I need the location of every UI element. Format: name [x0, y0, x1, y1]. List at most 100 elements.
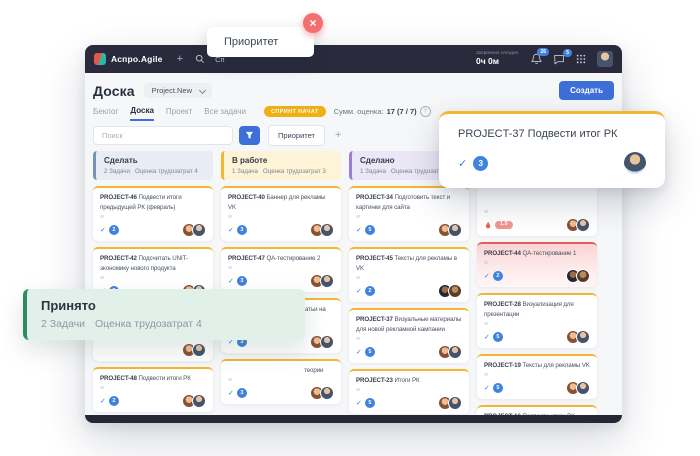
kanban-board: Сделать 2 Задачи Оценка трудозатрат 4 PR… [93, 151, 614, 415]
column-header-todo[interactable]: Сделать 2 Задачи Оценка трудозатрат 4 [93, 151, 213, 180]
filter-button[interactable] [239, 126, 260, 145]
check-icon [100, 226, 106, 234]
task-title: PROJECT-42 Подсчитать UNIT-экономику нов… [100, 254, 206, 274]
task-card[interactable]: PROJECT-34 Подготовить текст и картинки … [349, 186, 469, 241]
tab-project[interactable]: Проект [166, 107, 192, 120]
window-bottom-bar [85, 415, 622, 423]
column-task-count: 1 Задача [360, 168, 386, 175]
tab-board[interactable]: Доска [130, 106, 153, 121]
task-card[interactable]: PROJECT-23 Итоги РК 5 [349, 369, 469, 414]
sprint-summary: Сумм. оценка: 17 (7 / 7) [334, 106, 431, 117]
page-title: Доска [93, 83, 135, 99]
estimate-badge: 2 [365, 286, 375, 296]
assignee-avatars [310, 386, 334, 400]
estimate-badge: 5 [365, 347, 375, 357]
task-card-alert[interactable]: PROJECT-44 QA-тестирование 1 2 [477, 242, 597, 287]
check-icon [356, 226, 362, 234]
description-icon [356, 387, 462, 395]
close-icon[interactable] [303, 13, 323, 33]
avatar [576, 381, 590, 395]
notifications-badge: 26 [537, 48, 549, 56]
assignee-avatars [566, 330, 590, 344]
assignee-avatars [310, 223, 334, 237]
task-card[interactable]: PROJECT-45 Тексты для рекламы в VK 2 [349, 247, 469, 302]
avatar [448, 223, 462, 237]
column-name: Сделать [104, 156, 205, 165]
avatar [576, 269, 590, 283]
task-card[interactable]: PROJECT-47 QA-тестирование 2 3 [221, 247, 341, 292]
estimate-badge: 2 [493, 271, 503, 281]
messages-button[interactable]: 5 [553, 54, 565, 65]
check-icon [458, 157, 467, 170]
description-icon [100, 275, 206, 283]
page: Аспро.Agile + Сп Затрачено сегодня 0ч 0м… [0, 0, 700, 456]
notifications-button[interactable]: 26 [531, 53, 542, 65]
avatar [320, 223, 334, 237]
column-done: Сделано 1 Задача Оценка трудозатрат PROJ… [349, 151, 469, 414]
assignee-avatar [624, 152, 646, 174]
task-card[interactable]: PROJECT-19 Тексты для рекламы VK 5 [477, 354, 597, 399]
task-card-clipped[interactable]: PROJECT-16 Подвести итоги РК [477, 405, 597, 415]
description-icon [484, 321, 590, 329]
estimate-badge: 3 [237, 225, 247, 235]
search-input[interactable] [93, 126, 233, 145]
sprint-summary-label: Сумм. оценка: [334, 107, 384, 116]
task-card[interactable]: PROJECT-40 Баннер для рекламы VK 3 [221, 186, 341, 241]
tab-all-tasks[interactable]: Все задачи [204, 107, 246, 120]
search-icon[interactable] [195, 54, 205, 64]
assignee-avatars [182, 343, 206, 357]
check-icon [356, 399, 362, 407]
task-title: PROJECT-46 Подвести итоги предыдущей РК … [100, 193, 206, 213]
assignee-avatars [566, 269, 590, 283]
dragged-task-card[interactable]: PROJECT-37 Подвести итог РК 3 [439, 111, 665, 188]
help-icon[interactable] [420, 106, 431, 117]
task-title: PROJECT-19 Тексты для рекламы VK [484, 361, 590, 371]
task-card[interactable]: PROJECT-48 Подвести итоги РК 2 [93, 367, 213, 412]
task-title: PROJECT-47 QA-тестирование 2 [228, 254, 334, 264]
assignee-avatars [182, 223, 206, 237]
estimate-badge: 5 [493, 383, 503, 393]
task-title: PROJECT-37 Визуальные материалы для ново… [356, 315, 462, 335]
check-icon [228, 226, 234, 234]
apps-grid-button[interactable] [576, 54, 586, 64]
avatar [576, 218, 590, 232]
column-header-in-progress[interactable]: В работе 1 Задача Оценка трудозатрат 3 [221, 151, 341, 180]
assignee-avatars [566, 218, 590, 232]
dragged-task-title: PROJECT-37 Подвести итог РК [458, 128, 646, 140]
priority-filter-chip[interactable]: Приоритет [268, 125, 325, 146]
time-tracker[interactable]: Затрачено сегодня 0ч 0м [476, 51, 518, 66]
column-task-count: 1 Задача [232, 168, 258, 175]
grid-icon [576, 54, 586, 64]
app-logo-icon [94, 53, 106, 65]
avatar [448, 284, 462, 298]
task-card[interactable]: теории 3 [221, 359, 341, 404]
page-header: Доска Project.New Создать [93, 80, 614, 101]
tab-backlog[interactable]: Беклог [93, 107, 118, 120]
assignee-avatars [438, 396, 462, 410]
estimate-badge: 3 [473, 156, 488, 171]
description-icon [484, 209, 590, 217]
description-icon [228, 265, 334, 273]
task-card[interactable]: PROJECT-28 Визуализация для презентации … [477, 293, 597, 348]
task-card[interactable]: PROJECT-46 Подвести итоги предыдущей РК … [93, 186, 213, 241]
task-card-partially-hidden[interactable]: 1.5 [477, 183, 597, 236]
description-icon [484, 372, 590, 380]
user-avatar[interactable] [597, 51, 613, 67]
avatar [320, 386, 334, 400]
create-button[interactable]: Создать [559, 81, 614, 100]
sprint-status-badge: СПРИНТ НАЧАТ [264, 106, 326, 117]
project-selector[interactable]: Project.New [144, 83, 212, 98]
column-in-progress: В работе 1 Задача Оценка трудозатрат 3 P… [221, 151, 341, 404]
add-icon[interactable]: + [177, 54, 183, 65]
avatar [320, 274, 334, 288]
column-accepted: 1.5 PROJECT-44 QA-тестирование 1 2 PROJE… [477, 151, 597, 415]
avatar [576, 330, 590, 344]
check-icon [100, 397, 106, 405]
add-filter-icon[interactable]: + [335, 126, 341, 145]
assignee-avatars [310, 274, 334, 288]
check-icon [228, 389, 234, 397]
description-icon [100, 214, 206, 222]
accepted-column-title: Принято [41, 298, 305, 313]
task-card[interactable]: PROJECT-37 Визуальные материалы для ново… [349, 308, 469, 363]
fire-priority-icon [484, 221, 492, 230]
